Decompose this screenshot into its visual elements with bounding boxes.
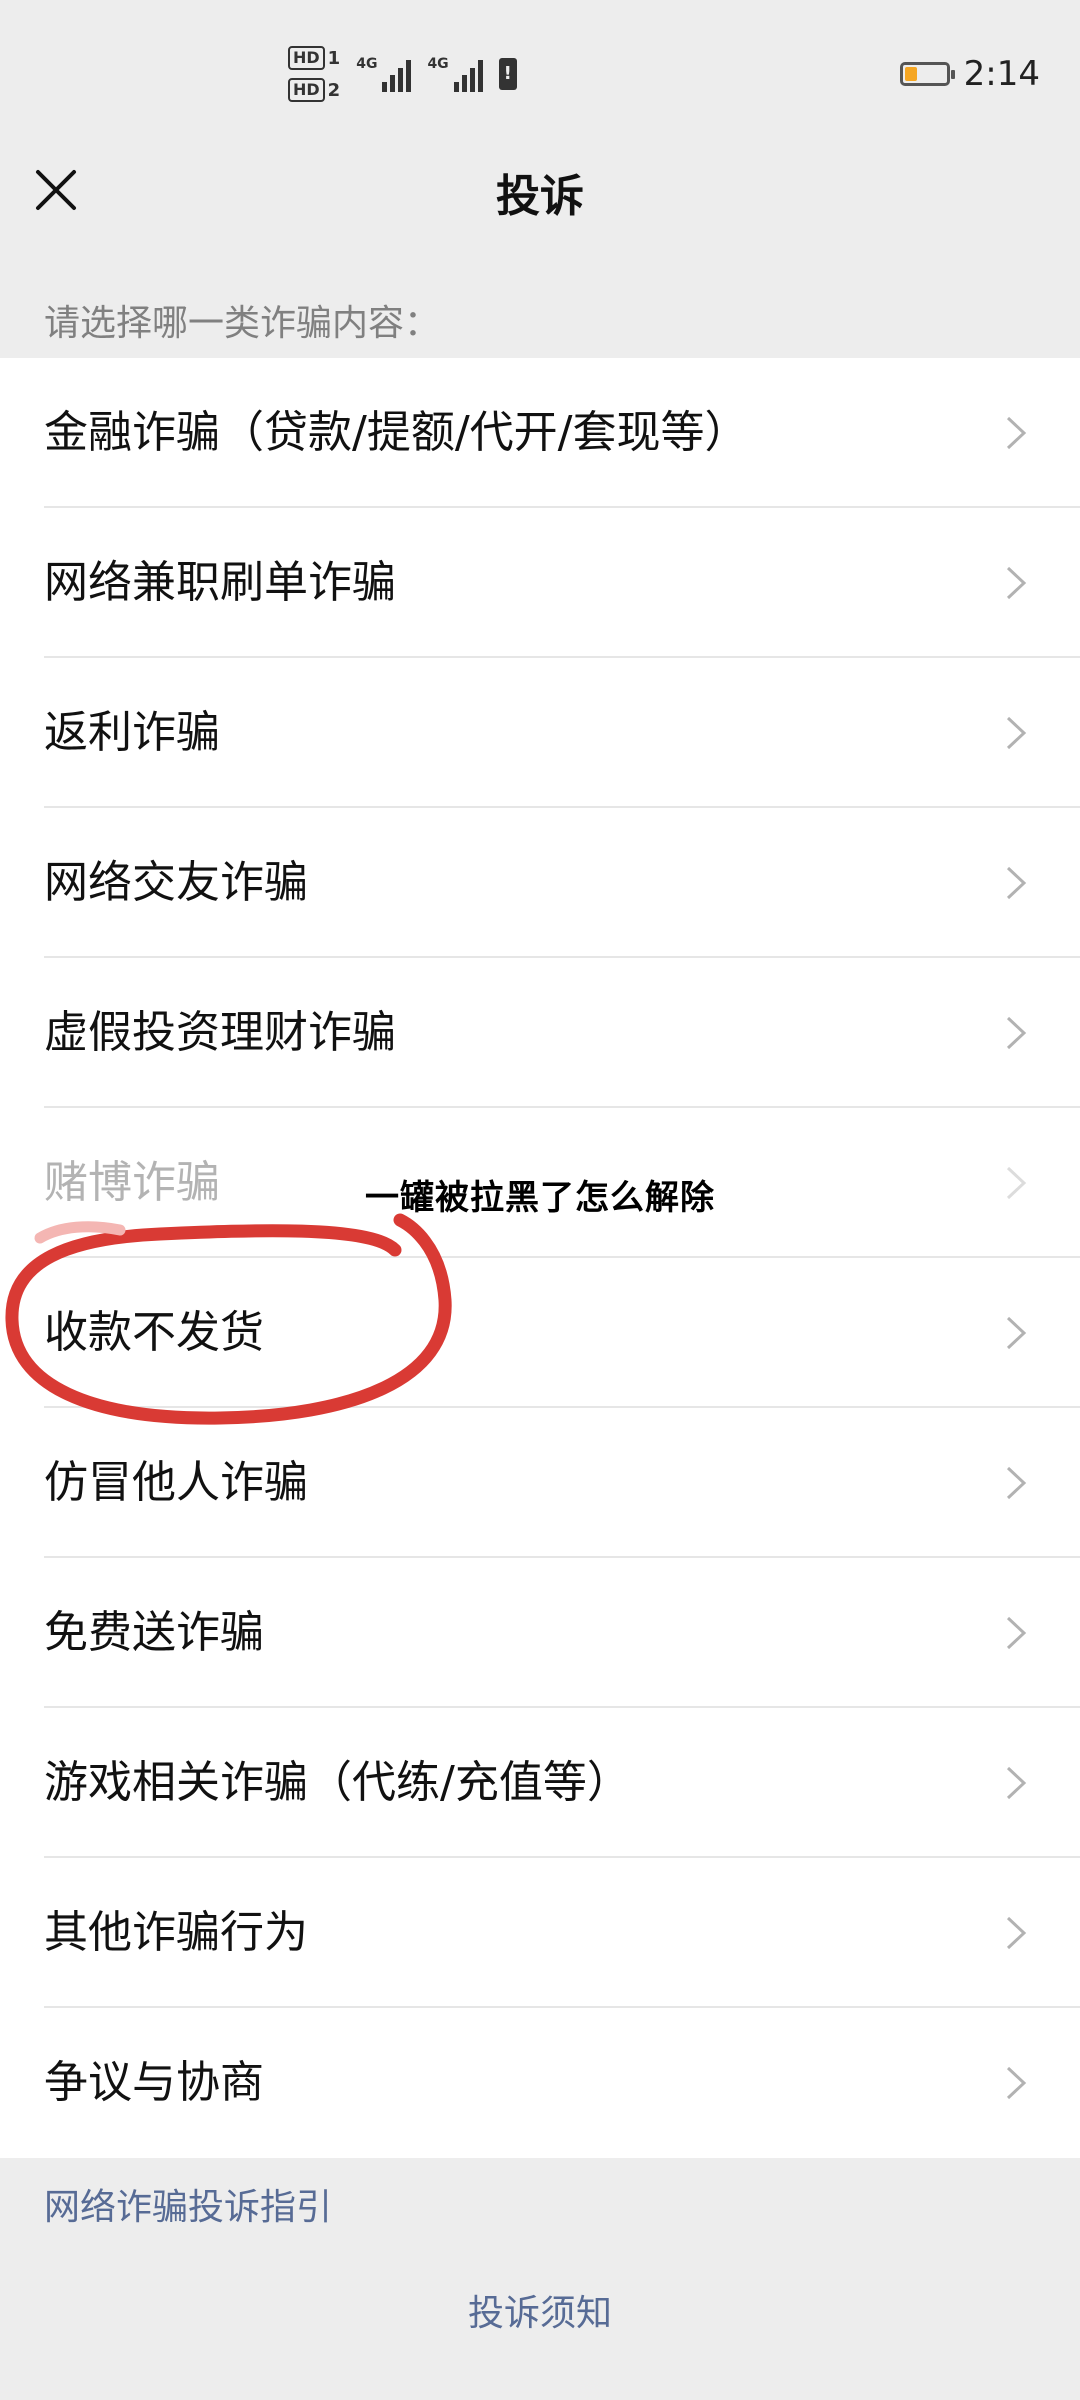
list-item-label: 争议与协商 (44, 2057, 264, 2108)
list-item-game-fraud[interactable]: 游戏相关诈骗（代练/充值等） (0, 1708, 1080, 1858)
list-item-label: 仿冒他人诈骗 (44, 1457, 308, 1508)
list-item-label: 网络交友诈骗 (44, 857, 308, 908)
list-item-non-delivery[interactable]: 收款不发货 (0, 1258, 1080, 1408)
chevron-right-icon (1006, 1916, 1027, 1950)
list-item-label: 免费送诈骗 (44, 1607, 264, 1658)
status-bar: HD 1 HD 2 4G 4G ! 2:14 (0, 0, 1080, 150)
status-time: 2:14 (963, 54, 1040, 94)
status-left-icons: HD 1 HD 2 4G 4G ! (288, 46, 517, 102)
list-item-dating-fraud[interactable]: 网络交友诈骗 (0, 808, 1080, 958)
hd-icon: HD (288, 46, 325, 70)
page-title: 投诉 (496, 171, 584, 222)
list-item-label: 网络兼职刷单诈骗 (44, 557, 396, 608)
chevron-right-icon (1006, 1316, 1027, 1350)
fraud-guide-link[interactable]: 网络诈骗投诉指引 (44, 2178, 332, 2230)
fraud-category-list: 金融诈骗（贷款/提额/代开/套现等） 网络兼职刷单诈骗 返利诈骗 网络交友诈骗 … (0, 358, 1080, 2158)
list-item-parttime-fraud[interactable]: 网络兼职刷单诈骗 (0, 508, 1080, 658)
chevron-right-icon (1006, 566, 1027, 600)
nav-bar: 投诉 (0, 150, 1080, 250)
list-item-label: 虚假投资理财诈骗 (44, 1007, 396, 1058)
list-item-label: 其他诈骗行为 (44, 1907, 308, 1958)
battery-icon (899, 62, 955, 86)
section-label: 请选择哪一类诈骗内容： (44, 303, 441, 344)
list-item-dispute[interactable]: 争议与协商 (0, 2008, 1080, 2158)
hd-indicators: HD 1 HD 2 (288, 46, 340, 102)
chevron-right-icon (1006, 866, 1027, 900)
status-right: 2:14 (899, 54, 1040, 94)
chevron-right-icon (1006, 1766, 1027, 1800)
battery-warning-icon: ! (498, 58, 517, 90)
battery-level (904, 67, 917, 81)
list-item-label: 金融诈骗（贷款/提额/代开/套现等） (44, 407, 749, 458)
network-label: 4G (356, 56, 378, 72)
hd-sub-label: 2 (327, 79, 341, 101)
list-item-impersonation-fraud[interactable]: 仿冒他人诈骗 (0, 1408, 1080, 1558)
chevron-right-icon (1006, 1616, 1027, 1650)
list-item-other-fraud[interactable]: 其他诈骗行为 (0, 1858, 1080, 2008)
chevron-right-icon (1006, 416, 1027, 450)
complaint-notice-link[interactable]: 投诉须知 (0, 2284, 1080, 2336)
chevron-right-icon (1006, 1466, 1027, 1500)
list-item-financial-fraud[interactable]: 金融诈骗（贷款/提额/代开/套现等） (0, 358, 1080, 508)
list-item-label: 收款不发货 (44, 1307, 264, 1358)
signal-icon: 4G (427, 56, 483, 92)
list-item-label: 游戏相关诈骗（代练/充值等） (44, 1757, 631, 1808)
overlay-caption: 一罐被拉黑了怎么解除 (365, 1178, 715, 1218)
chevron-right-icon (1006, 716, 1027, 750)
list-item-investment-fraud[interactable]: 虚假投资理财诈骗 (0, 958, 1080, 1108)
hd-indicator-2: HD 2 (288, 78, 340, 102)
list-item-label: 返利诈骗 (44, 707, 220, 758)
hd-sub-label: 1 (327, 47, 341, 69)
list-item-rebate-fraud[interactable]: 返利诈骗 (0, 658, 1080, 808)
network-label: 4G (427, 56, 449, 72)
list-item-free-gift-fraud[interactable]: 免费送诈骗 (0, 1558, 1080, 1708)
signal-icon: 4G (356, 56, 412, 92)
hd-indicator-1: HD 1 (288, 46, 340, 70)
hd-icon: HD (288, 78, 325, 102)
chevron-right-icon (1006, 2066, 1027, 2100)
chevron-right-icon (1006, 1016, 1027, 1050)
